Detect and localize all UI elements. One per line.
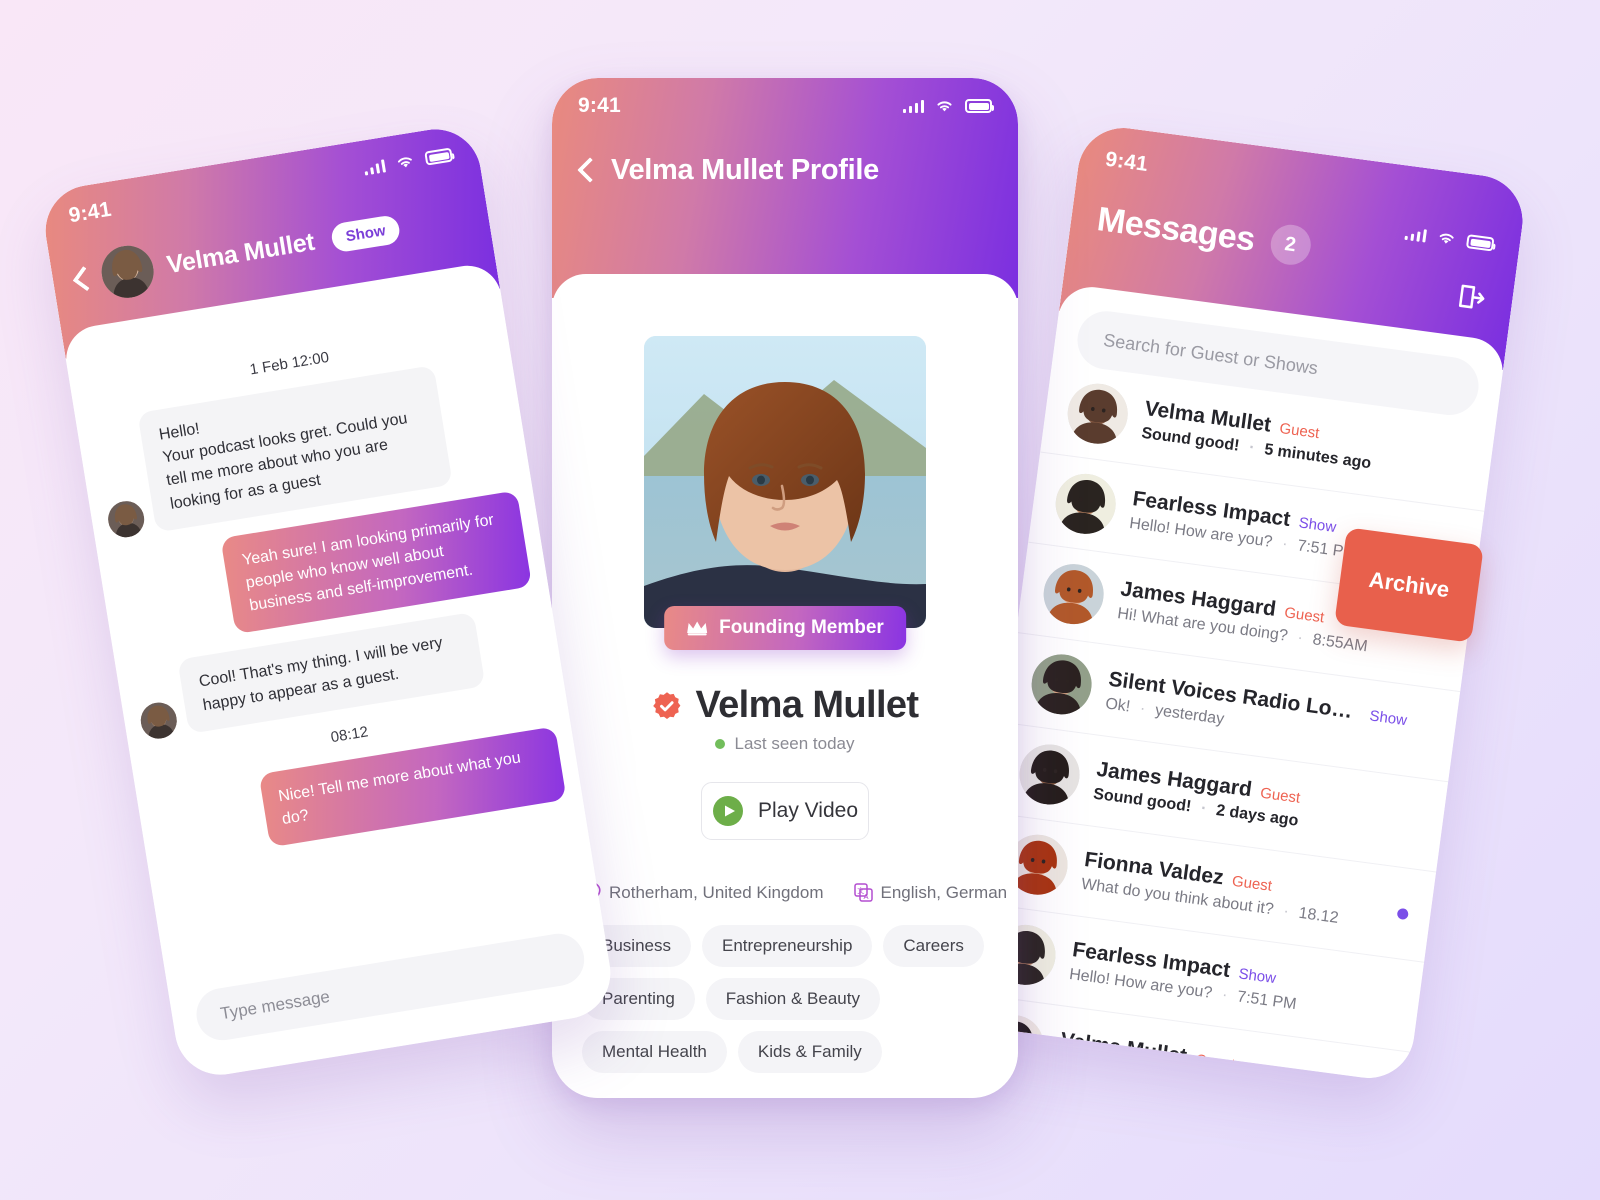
show-tag: Show xyxy=(1368,707,1408,730)
conversation-time: 18.12 xyxy=(1297,904,1340,927)
profile-photo xyxy=(644,336,926,628)
conversation-list[interactable]: Velma Mullet Guest Sound good! · 5 minutes a… xyxy=(963,362,1497,1084)
profile-sheet: Founding Member Velma Mullet Last seen t… xyxy=(552,274,1018,1098)
status-time: 9:41 xyxy=(67,197,114,228)
languages-meta: 文 A English, German xyxy=(853,882,1008,903)
messages-title-group: Messages 2 xyxy=(1095,199,1313,268)
guest-tag: Guest xyxy=(1194,1051,1237,1074)
separator-dot: · xyxy=(1296,629,1304,647)
back-chevron-icon[interactable] xyxy=(578,157,593,183)
messages-sheet: Search for Guest or Shows Velma Mullet Gu… xyxy=(963,282,1507,1084)
conversation-text: Silent Voices Radio Long Name...ShowOk!·… xyxy=(1104,668,1408,753)
wifi-icon xyxy=(937,101,952,112)
chat-message-list[interactable]: 1 Feb 12:00 Hello! Your podcast looks gr… xyxy=(68,302,598,963)
conversation-time: 6:40 PM xyxy=(1171,1072,1232,1084)
profile-tag[interactable]: Entrepreneurship xyxy=(701,925,873,967)
conversation-time: 7:51 PM xyxy=(1236,988,1298,1014)
signal-icon xyxy=(902,99,924,113)
play-video-label: Play Video xyxy=(757,799,859,822)
profile-meta-row: Rotherham, United Kingdom 文 A English, G… xyxy=(582,882,1007,903)
conversation-avatar xyxy=(1027,650,1096,719)
location-meta: Rotherham, United Kingdom xyxy=(584,882,824,903)
separator-dot: · xyxy=(1156,1069,1164,1084)
unread-dot-icon xyxy=(1396,907,1409,920)
profile-tag[interactable]: Careers xyxy=(883,925,984,967)
wifi-icon xyxy=(397,157,412,168)
guest-tag: Guest xyxy=(1278,419,1321,443)
logout-icon[interactable] xyxy=(1455,280,1489,314)
contact-avatar xyxy=(97,241,158,302)
location-label: Rotherham, United Kingdom xyxy=(609,882,824,902)
translate-icon: 文 A xyxy=(853,883,873,902)
chat-screen: 9:41 Velma Mullet Show 1 Feb 12:00 Hello… xyxy=(38,122,618,1082)
conversation-text: James Haggard Guest Sound good! · 2 days ago xyxy=(1092,758,1396,843)
guest-tag: Guest xyxy=(1259,784,1302,807)
online-dot-icon xyxy=(715,739,726,749)
separator-dot: · xyxy=(1281,535,1289,553)
status-icons xyxy=(902,99,994,113)
conversation-time: 8:55AM xyxy=(1311,631,1369,656)
profile-nav-bar: Velma Mullet Profile xyxy=(552,140,1018,200)
guest-tag: Guest xyxy=(1283,604,1326,627)
founding-member-label: Founding Member xyxy=(719,617,884,638)
profile-status-bar: 9:41 xyxy=(552,78,1018,134)
conversation-text: Fionna Valdez Guest What do you think abou… xyxy=(1080,848,1384,933)
languages-label: English, German xyxy=(880,882,1008,902)
status-time: 9:41 xyxy=(578,94,621,117)
profile-photo-wrap: Founding Member xyxy=(644,336,926,650)
battery-icon xyxy=(424,147,454,166)
conversation-text: Velma Mullet Guest Sound good! · 5 minutes a… xyxy=(1140,397,1444,482)
profile-screen: 9:41 Velma Mullet Profile Founding Membe… xyxy=(552,78,1018,1098)
svg-text:A: A xyxy=(863,892,868,901)
last-seen-status: Last seen today xyxy=(582,734,988,754)
separator-dot: · xyxy=(1282,902,1290,921)
status-time: 9:41 xyxy=(1103,147,1150,177)
separator-dot: · xyxy=(1248,439,1256,457)
battery-icon xyxy=(965,99,994,113)
chat-contact-name: Velma Mullet xyxy=(164,227,317,279)
show-tag: Show xyxy=(1297,514,1338,537)
back-chevron-icon[interactable] xyxy=(71,265,90,293)
last-seen-label: Last seen today xyxy=(734,734,855,753)
page-title: Messages xyxy=(1095,199,1258,259)
verified-badge-icon xyxy=(652,691,680,719)
archive-swipe-button[interactable]: Archive xyxy=(1334,527,1484,643)
signal-icon xyxy=(363,158,387,176)
conversation-avatar xyxy=(1064,380,1132,448)
conversation-avatar xyxy=(1015,740,1084,809)
guest-tag: Guest xyxy=(1231,872,1273,895)
conversation-name: Velma Mullet xyxy=(1059,1028,1189,1069)
conversation-time: yesterday xyxy=(1154,702,1226,729)
profile-phone: 9:41 Velma Mullet Profile Founding Membe… xyxy=(552,78,1018,1098)
separator-dot: · xyxy=(1138,699,1147,718)
profile-tag[interactable]: Mental Health xyxy=(582,1031,727,1073)
show-badge[interactable]: Show xyxy=(329,213,402,253)
profile-name-row: Velma Mullet xyxy=(582,684,988,727)
conversation-avatar xyxy=(1051,470,1120,538)
chat-sheet: 1 Feb 12:00 Hello! Your podcast looks gr… xyxy=(61,260,618,1082)
message-avatar xyxy=(105,498,147,540)
unread-count-badge: 2 xyxy=(1267,222,1313,268)
profile-display-name: Velma Mullet xyxy=(695,684,920,726)
conversation-text: Fearless Impact Show Hello! How are you? · 7… xyxy=(1068,938,1372,1023)
play-icon xyxy=(712,796,743,826)
message-avatar xyxy=(138,699,180,741)
conversation-preview: Ok! xyxy=(1104,695,1132,716)
status-icons xyxy=(363,147,454,176)
founding-member-badge: Founding Member xyxy=(664,606,906,650)
crown-icon xyxy=(687,621,708,636)
profile-tag-list: Business Entrepreneurship Careers Parenting… xyxy=(582,925,988,1073)
page-title: Velma Mullet Profile xyxy=(611,153,879,186)
conversation-avatar xyxy=(1039,560,1108,628)
show-tag: Show xyxy=(1237,965,1277,988)
conversation-preview: Sound good! xyxy=(1056,1056,1149,1084)
separator-dot: · xyxy=(1220,986,1229,1004)
profile-tag[interactable]: Fashion & Beauty xyxy=(705,978,880,1020)
separator-dot: · xyxy=(1199,799,1208,818)
chat-phone: 9:41 Velma Mullet Show 1 Feb 12:00 Hello… xyxy=(38,122,618,1082)
profile-tag[interactable]: Kids & Family xyxy=(737,1031,882,1073)
play-video-button[interactable]: Play Video xyxy=(701,782,869,840)
